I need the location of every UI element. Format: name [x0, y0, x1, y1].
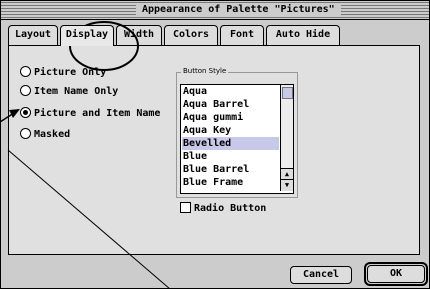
scroll-down-arrow-icon[interactable]: ▼	[281, 179, 293, 191]
cancel-button[interactable]: Cancel	[290, 266, 352, 284]
tab-display[interactable]: Display	[60, 25, 114, 46]
tab-font[interactable]: Font	[220, 25, 264, 45]
radio-label: Picture and Item Name	[34, 108, 161, 119]
list-item[interactable]: Aqua	[182, 85, 279, 98]
radio-indicator-selected	[20, 107, 31, 118]
radio-picture-only[interactable]: Picture Only	[20, 66, 106, 80]
list-item[interactable]: Blue Frame	[182, 176, 279, 189]
button-style-list[interactable]: Aqua Aqua Barrel Aqua gummi Aqua Key Bev…	[180, 84, 294, 194]
checkbox-label: Radio Button	[194, 203, 267, 214]
scroll-thumb[interactable]	[282, 87, 293, 99]
tab-layout[interactable]: Layout	[8, 25, 58, 45]
radio-masked[interactable]: Masked	[20, 128, 70, 142]
window-title: Appearance of Palette "Pictures"	[136, 3, 341, 17]
tab-colors[interactable]: Colors	[164, 25, 218, 45]
ok-button[interactable]: OK	[367, 265, 425, 283]
radio-indicator	[20, 66, 31, 77]
radio-item-name-only[interactable]: Item Name Only	[20, 85, 118, 99]
radio-label: Picture Only	[34, 67, 107, 78]
tab-auto-hide[interactable]: Auto Hide	[266, 25, 340, 45]
radio-indicator	[20, 85, 31, 96]
list-item[interactable]: Aqua gummi	[182, 111, 279, 124]
checkbox-indicator	[180, 202, 191, 213]
button-style-group-label: Button Style	[181, 67, 229, 75]
list-scrollbar[interactable]: ▲ ▼	[280, 85, 293, 191]
radio-label: Masked	[34, 129, 71, 140]
list-item[interactable]: Aqua Key	[182, 124, 279, 137]
list-item-selected[interactable]: Bevelled	[182, 137, 279, 150]
radio-indicator	[20, 128, 31, 139]
radio-label: Item Name Only	[34, 86, 119, 97]
list-item[interactable]: Aqua Barrel	[182, 98, 279, 111]
list-item[interactable]: Blue Barrel	[182, 163, 279, 176]
radio-button-checkbox[interactable]: Radio Button	[180, 202, 266, 216]
title-bar[interactable]: Appearance of Palette "Pictures"	[1, 1, 429, 20]
tab-width[interactable]: Width	[116, 25, 162, 45]
list-item[interactable]: Blue	[182, 150, 279, 163]
radio-picture-and-item-name[interactable]: Picture and Item Name	[20, 107, 160, 121]
